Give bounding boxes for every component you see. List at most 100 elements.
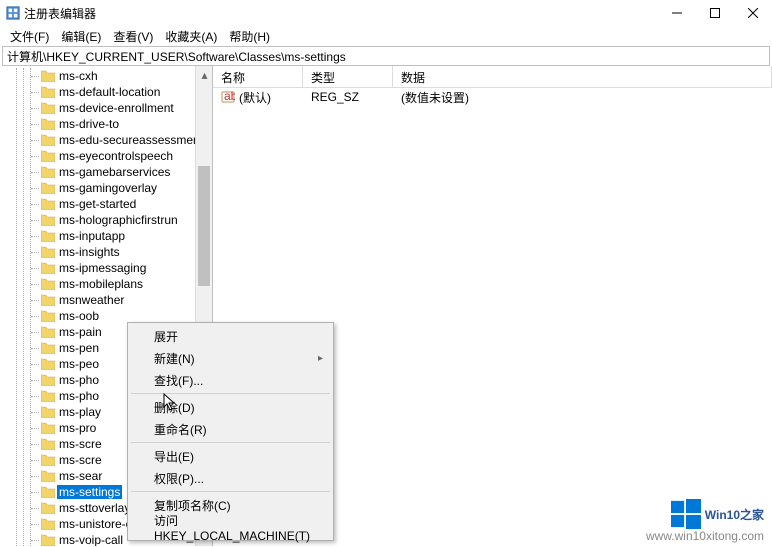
folder-icon xyxy=(41,502,55,514)
menu-edit[interactable]: 编辑(E) xyxy=(55,26,107,47)
tree-node[interactable]: ms-drive-to xyxy=(31,116,212,132)
column-name[interactable]: 名称 xyxy=(213,66,303,87)
tree-node[interactable]: ms-holographicfirstrun xyxy=(31,212,212,228)
app-icon xyxy=(6,6,20,20)
tree-node[interactable]: ms-cxh xyxy=(31,68,212,84)
tree-node-label: ms-default-location xyxy=(57,85,162,99)
folder-icon xyxy=(41,454,55,466)
folder-icon xyxy=(41,246,55,258)
tree-node-label: ms-gamingoverlay xyxy=(57,181,159,195)
menu-file[interactable]: 文件(F) xyxy=(4,26,55,47)
tree-node-label: msnweather xyxy=(57,293,126,307)
folder-icon xyxy=(41,166,55,178)
tree-node-label: ms-drive-to xyxy=(57,117,121,131)
watermark-brand: Win10之家 xyxy=(705,506,764,523)
context-menu-item[interactable]: 访问 HKEY_LOCAL_MACHINE(T) xyxy=(130,516,331,538)
folder-icon xyxy=(41,518,55,530)
folder-icon xyxy=(41,342,55,354)
folder-icon xyxy=(41,390,55,402)
maximize-button[interactable] xyxy=(696,0,734,26)
menu-view[interactable]: 查看(V) xyxy=(107,26,159,47)
address-bar[interactable]: 计算机\HKEY_CURRENT_USER\Software\Classes\m… xyxy=(2,46,770,66)
folder-icon xyxy=(41,534,55,546)
folder-icon xyxy=(41,182,55,194)
tree-node[interactable]: ms-insights xyxy=(31,244,212,260)
tree-node[interactable]: ms-inputapp xyxy=(31,228,212,244)
folder-icon xyxy=(41,486,55,498)
scroll-up-icon[interactable]: ▴ xyxy=(196,66,213,83)
context-menu-item[interactable]: 新建(N) xyxy=(130,347,331,369)
window-controls xyxy=(658,0,772,26)
value-row[interactable]: ab (默认) REG_SZ (数值未设置) xyxy=(213,88,772,106)
context-menu-item[interactable]: 导出(E) xyxy=(130,445,331,467)
context-menu-item[interactable]: 查找(F)... xyxy=(130,369,331,391)
context-separator xyxy=(131,491,330,492)
folder-icon xyxy=(41,70,55,82)
tree-node[interactable]: ms-device-enrollment xyxy=(31,100,212,116)
close-button[interactable] xyxy=(734,0,772,26)
folder-icon xyxy=(41,134,55,146)
value-type: REG_SZ xyxy=(303,90,393,104)
menu-favorites[interactable]: 收藏夹(A) xyxy=(159,26,223,47)
context-menu: 展开新建(N)查找(F)...删除(D)重命名(R)导出(E)权限(P)...复… xyxy=(127,322,334,541)
context-menu-item[interactable]: 权限(P)... xyxy=(130,467,331,489)
menu-help[interactable]: 帮助(H) xyxy=(223,26,276,47)
folder-icon xyxy=(41,438,55,450)
folder-icon xyxy=(41,198,55,210)
context-item-label: 查找(F)... xyxy=(154,372,203,389)
scroll-thumb[interactable] xyxy=(198,166,210,286)
tree-node[interactable]: ms-eyecontrolspeech xyxy=(31,148,212,164)
tree-node[interactable]: ms-get-started xyxy=(31,196,212,212)
title-bar: 注册表编辑器 xyxy=(0,0,772,26)
value-name: (默认) xyxy=(239,89,271,106)
tree-node-label: ms-pain xyxy=(57,325,104,339)
tree-node[interactable]: ms-default-location xyxy=(31,84,212,100)
column-data[interactable]: 数据 xyxy=(393,66,772,87)
tree-node-label: ms-voip-call xyxy=(57,533,125,546)
tree-node[interactable]: ms-ipmessaging xyxy=(31,260,212,276)
tree-node-label: ms-pho xyxy=(57,373,101,387)
tree-node-label: ms-insights xyxy=(57,245,122,259)
values-header: 名称 类型 数据 xyxy=(213,66,772,88)
tree-node[interactable]: ms-edu-secureassessment xyxy=(31,132,212,148)
folder-icon xyxy=(41,470,55,482)
tree-node-label: ms-cxh xyxy=(57,69,100,83)
tree-node-label: ms-scre xyxy=(57,437,104,451)
tree-node[interactable]: ms-gamebarservices xyxy=(31,164,212,180)
tree-node-label: ms-oob xyxy=(57,309,101,323)
windows-logo-icon xyxy=(671,499,701,529)
context-menu-item[interactable]: 重命名(R) xyxy=(130,418,331,440)
folder-icon xyxy=(41,102,55,114)
context-item-label: 新建(N) xyxy=(154,350,195,367)
folder-icon xyxy=(41,230,55,242)
minimize-button[interactable] xyxy=(658,0,696,26)
folder-icon xyxy=(41,278,55,290)
folder-icon xyxy=(41,406,55,418)
tree-node-label: ms-settings xyxy=(57,485,122,499)
column-type[interactable]: 类型 xyxy=(303,66,393,87)
tree-node[interactable]: ms-gamingoverlay xyxy=(31,180,212,196)
tree-node[interactable]: msnweather xyxy=(31,292,212,308)
folder-icon xyxy=(41,214,55,226)
tree-node-label: ms-holographicfirstrun xyxy=(57,213,180,227)
folder-icon xyxy=(41,374,55,386)
address-text: 计算机\HKEY_CURRENT_USER\Software\Classes\m… xyxy=(7,48,346,65)
context-separator xyxy=(131,393,330,394)
tree-node-label: ms-device-enrollment xyxy=(57,101,176,115)
string-value-icon: ab xyxy=(221,90,235,104)
cursor-icon xyxy=(163,393,179,416)
menu-bar: 文件(F) 编辑(E) 查看(V) 收藏夹(A) 帮助(H) xyxy=(0,26,772,46)
folder-icon xyxy=(41,310,55,322)
folder-icon xyxy=(41,326,55,338)
tree-node-label: ms-get-started xyxy=(57,197,138,211)
tree-node-label: ms-edu-secureassessment xyxy=(57,133,205,147)
tree-node[interactable]: ms-mobileplans xyxy=(31,276,212,292)
tree-node-label: ms-ipmessaging xyxy=(57,261,148,275)
tree-node-label: ms-inputapp xyxy=(57,229,127,243)
context-item-label: 展开 xyxy=(154,328,178,345)
context-menu-item[interactable]: 删除(D) xyxy=(130,396,331,418)
context-menu-item[interactable]: 展开 xyxy=(130,325,331,347)
context-item-label: 访问 HKEY_LOCAL_MACHINE(T) xyxy=(154,512,331,543)
folder-icon xyxy=(41,150,55,162)
tree-node-label: ms-pen xyxy=(57,341,101,355)
